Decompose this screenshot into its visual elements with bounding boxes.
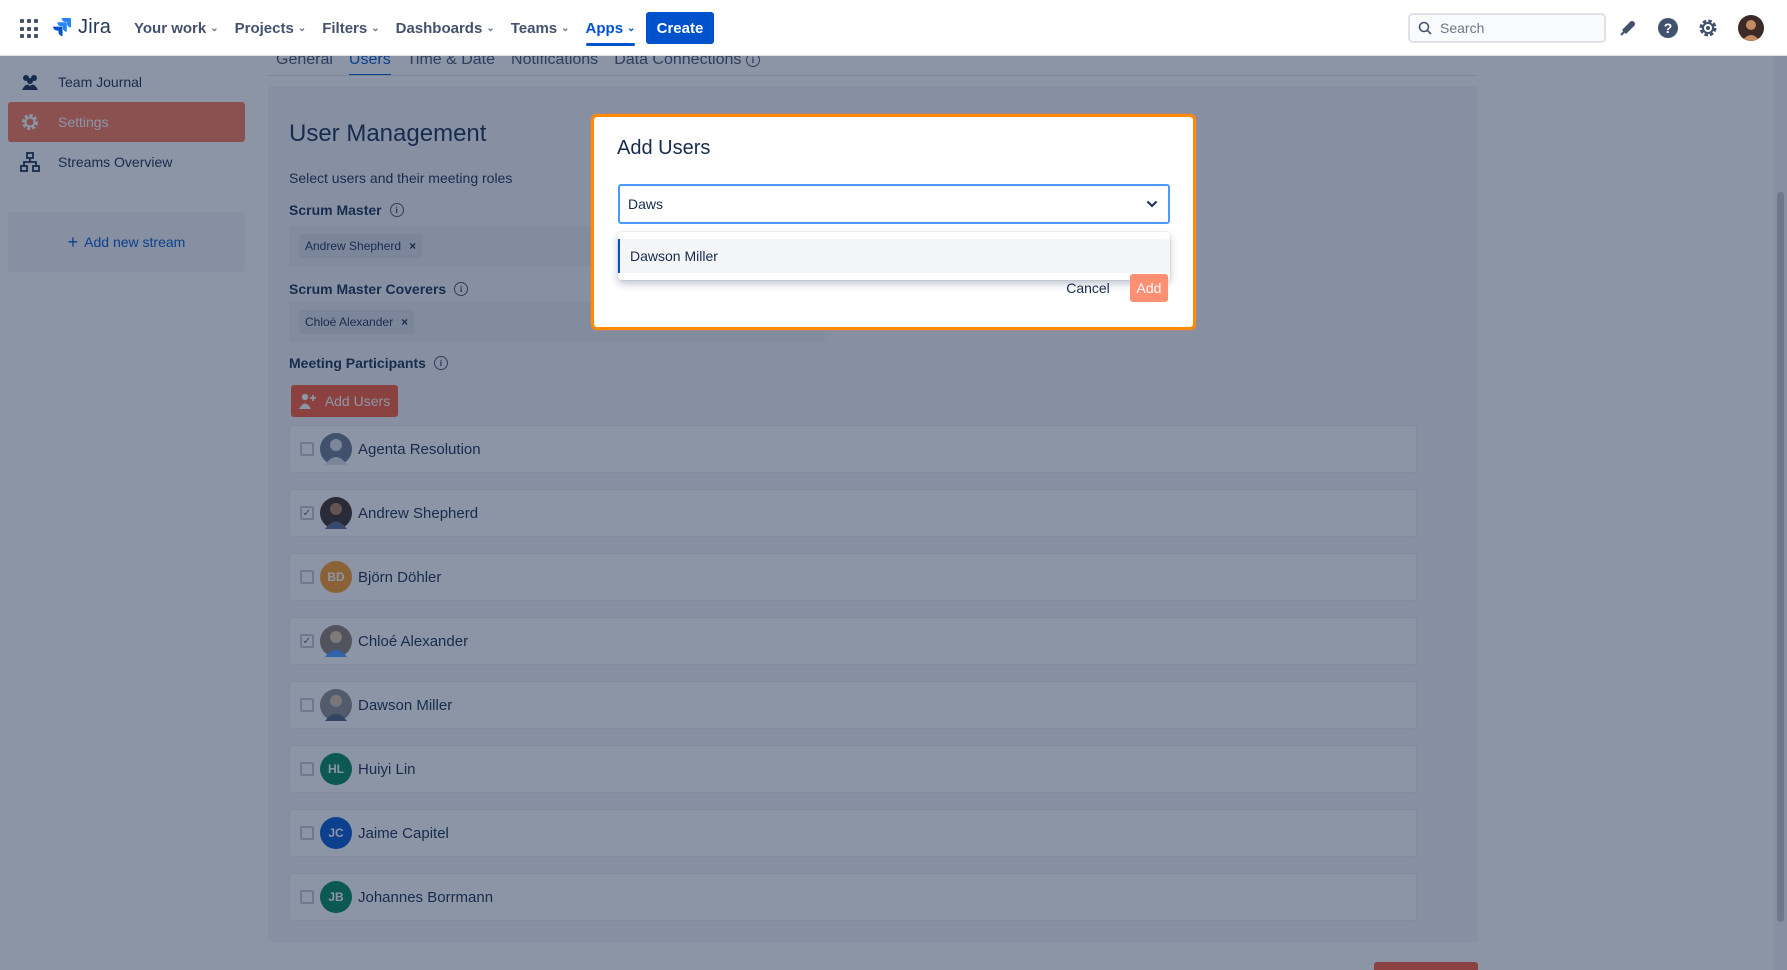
jira-logo-icon bbox=[53, 17, 71, 36]
user-search-dropdown: Dawson Miller bbox=[618, 232, 1170, 280]
nav-apps[interactable]: Apps ⌄ bbox=[578, 0, 644, 56]
modal-title: Add Users bbox=[617, 137, 711, 159]
input-value: Daws bbox=[628, 196, 664, 212]
svg-text:?: ? bbox=[1664, 20, 1673, 36]
search-input[interactable]: Search bbox=[1408, 13, 1606, 43]
nav-teams[interactable]: Teams ⌄ bbox=[503, 0, 578, 56]
nav-dashboards[interactable]: Dashboards ⌄ bbox=[388, 0, 503, 56]
cancel-button[interactable]: Cancel bbox=[1059, 274, 1117, 302]
dropdown-option[interactable]: Dawson Miller bbox=[618, 239, 1170, 273]
nav-label: Your work bbox=[134, 19, 207, 37]
profile-avatar[interactable] bbox=[1738, 15, 1764, 41]
user-search-input[interactable]: Daws bbox=[618, 184, 1170, 224]
chevron-down-icon: ⌄ bbox=[210, 22, 219, 34]
chevron-down-icon: ⌄ bbox=[561, 22, 570, 34]
chevron-down-icon: ⌄ bbox=[371, 22, 380, 34]
app-switcher-icon[interactable] bbox=[20, 19, 40, 39]
chevron-down-icon: ⌄ bbox=[627, 22, 636, 34]
notifications-icon[interactable] bbox=[1615, 15, 1641, 41]
nav-projects[interactable]: Projects ⌄ bbox=[227, 0, 315, 56]
chevron-down-icon: ⌄ bbox=[297, 22, 307, 34]
nav-your-work[interactable]: Your work ⌄ bbox=[126, 0, 227, 56]
nav-label: Apps bbox=[585, 19, 624, 37]
chevron-down-icon: ⌄ bbox=[486, 22, 495, 34]
nav-label: Filters bbox=[322, 19, 368, 37]
chevron-down-icon[interactable] bbox=[1146, 200, 1158, 208]
add-button[interactable]: Add bbox=[1130, 274, 1168, 302]
nav-label: Projects bbox=[234, 19, 294, 37]
search-placeholder: Search bbox=[1440, 20, 1485, 36]
logo-text: Jira bbox=[78, 16, 112, 38]
jira-logo[interactable]: Jira bbox=[52, 16, 111, 39]
help-icon[interactable]: ? bbox=[1655, 15, 1681, 41]
search-icon bbox=[1418, 21, 1432, 35]
top-navigation: Jira Your work ⌄ Projects ⌄ Filters ⌄ Dashb… bbox=[0, 0, 1787, 56]
nav-label: Dashboards bbox=[395, 19, 483, 37]
primary-nav: Your work ⌄ Projects ⌄ Filters ⌄ Dashboards… bbox=[126, 0, 643, 56]
nav-filters[interactable]: Filters ⌄ bbox=[314, 0, 387, 56]
settings-gear-icon[interactable] bbox=[1695, 15, 1721, 41]
create-button[interactable]: Create bbox=[646, 12, 714, 44]
nav-label: Teams bbox=[510, 19, 558, 37]
